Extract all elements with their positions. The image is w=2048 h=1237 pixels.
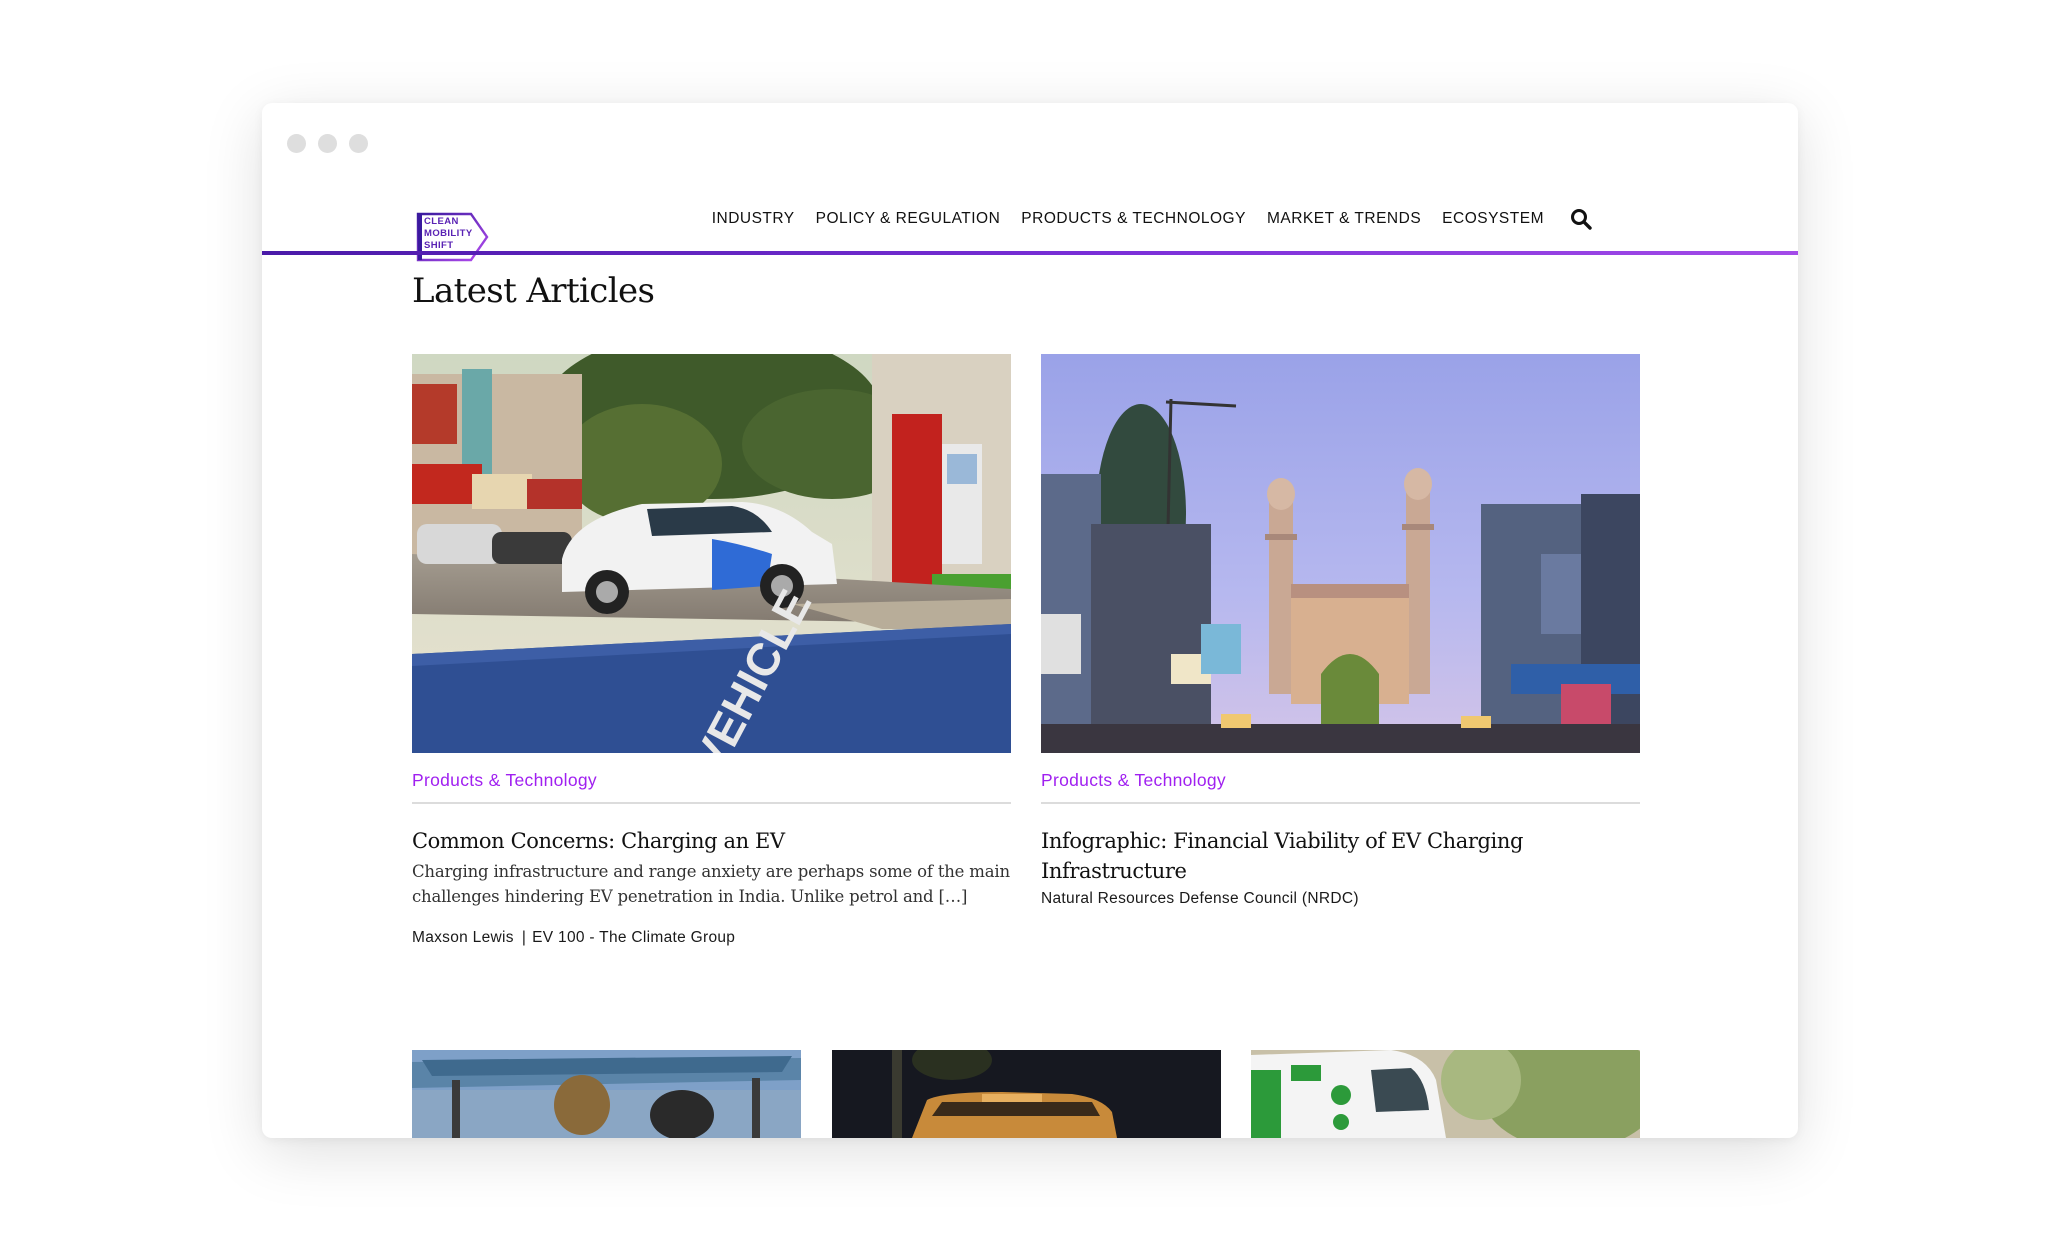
nav-products-technology[interactable]: PRODUCTS & TECHNOLOGY bbox=[1021, 210, 1246, 228]
page-title: Latest Articles bbox=[412, 271, 655, 311]
article-image-charminar[interactable] bbox=[1041, 354, 1640, 753]
logo-wordmark: CLEAN MOBILITY SHIFT bbox=[424, 216, 473, 252]
article-excerpt: Charging infrastructure and range anxiet… bbox=[412, 862, 1010, 906]
maximize-dot[interactable] bbox=[349, 134, 368, 153]
article-byline: Maxson Lewis | EV 100 - The Climate Group bbox=[412, 929, 1011, 947]
window-controls bbox=[287, 134, 368, 153]
search-icon[interactable] bbox=[1568, 206, 1594, 232]
article-title[interactable]: Common Concerns: Charging an EV bbox=[412, 826, 1011, 856]
article-category[interactable]: Products & Technology bbox=[1041, 770, 1640, 791]
article-thumbnail-electric-bus[interactable] bbox=[1251, 1050, 1640, 1138]
article-source[interactable]: EV 100 - The Climate Group bbox=[532, 929, 735, 946]
header-divider bbox=[262, 251, 1798, 255]
article-author[interactable]: Maxson Lewis bbox=[412, 929, 514, 946]
article-category[interactable]: Products & Technology bbox=[412, 770, 1011, 791]
article-thumbnail-bus-night[interactable] bbox=[832, 1050, 1221, 1138]
article-source[interactable]: Natural Resources Defense Council (NRDC) bbox=[1041, 890, 1640, 908]
logo-line-clean: CLEAN bbox=[424, 216, 459, 227]
main-nav: INDUSTRY POLICY & REGULATION PRODUCTS & … bbox=[691, 204, 1594, 234]
nav-market-trends[interactable]: MARKET & TRENDS bbox=[1267, 210, 1421, 228]
nav-policy-regulation[interactable]: POLICY & REGULATION bbox=[816, 210, 1001, 228]
nav-industry[interactable]: INDUSTRY bbox=[712, 210, 795, 228]
byline-separator: | bbox=[521, 929, 527, 946]
card-divider bbox=[1041, 802, 1640, 804]
browser-window: CLEAN MOBILITY SHIFT INDUSTRY POLICY & R… bbox=[262, 103, 1798, 1138]
nav-ecosystem[interactable]: ECOSYSTEM bbox=[1442, 210, 1544, 228]
article-card: VEHICLE Products & Technology Common Con… bbox=[412, 354, 1011, 947]
article-card: Products & Technology Infographic: Finan… bbox=[1041, 354, 1640, 908]
close-dot[interactable] bbox=[287, 134, 306, 153]
site-logo[interactable]: CLEAN MOBILITY SHIFT bbox=[415, 211, 491, 263]
logo-line-mobility: MOBILITY bbox=[424, 228, 473, 239]
card-divider bbox=[412, 802, 1011, 804]
article-title[interactable]: Infographic: Financial Viability of EV C… bbox=[1041, 826, 1640, 886]
article-thumbnail-rickshaw[interactable] bbox=[412, 1050, 801, 1138]
article-image-ev-charging[interactable]: VEHICLE bbox=[412, 354, 1011, 753]
minimize-dot[interactable] bbox=[318, 134, 337, 153]
